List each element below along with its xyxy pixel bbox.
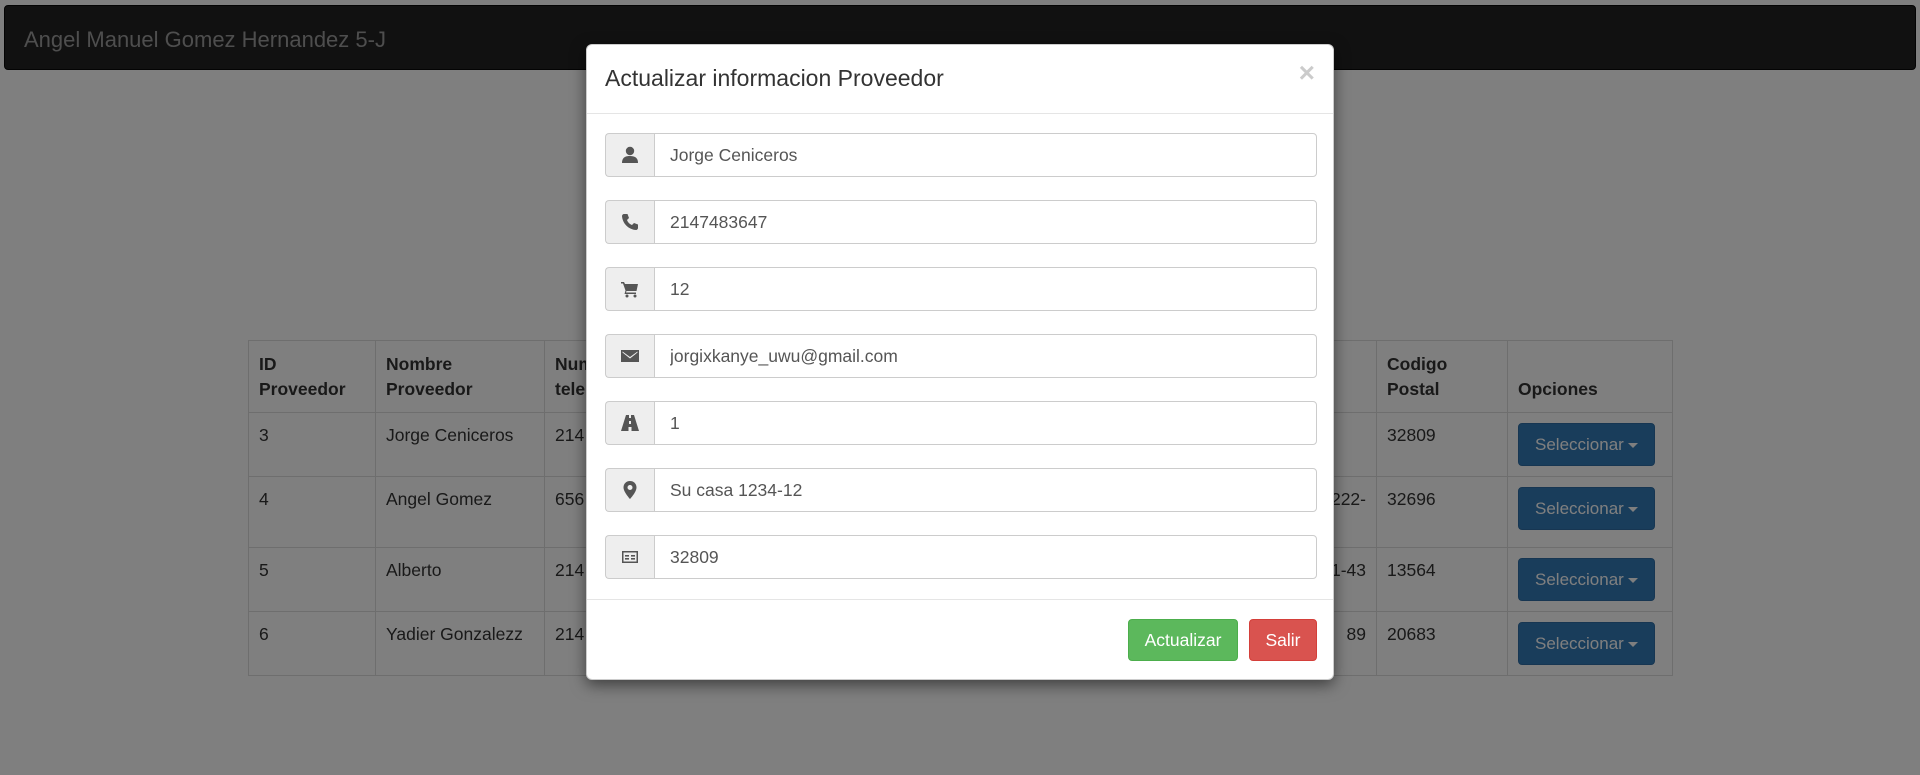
page: Angel Manuel Gomez Hernandez 5-J IDProve… [0,0,1920,775]
update-button[interactable]: Actualizar [1128,619,1238,661]
user-icon [605,133,654,177]
quantity-input[interactable] [654,267,1317,311]
email-field-group [605,334,1317,378]
email-input[interactable] [654,334,1317,378]
cart-field-group [605,267,1317,311]
postal-code-field-group [605,535,1317,579]
name-field-group [605,133,1317,177]
exit-button[interactable]: Salir [1249,619,1317,661]
modal-title: Actualizar informacion Proveedor [605,65,944,91]
modal-header: Actualizar informacion Proveedor × [587,45,1333,114]
close-button[interactable]: × [1299,59,1315,87]
phone-input[interactable] [654,200,1317,244]
street-number-input[interactable] [654,401,1317,445]
update-provider-modal: Actualizar informacion Proveedor × Jorge… [586,44,1334,680]
address-field-group [605,468,1317,512]
road-field-group [605,401,1317,445]
name-input[interactable] [654,133,1317,177]
map-marker-icon [605,468,654,512]
subtitles-icon [605,535,654,579]
phone-icon [605,200,654,244]
postal-code-input[interactable] [654,535,1317,579]
envelope-icon [605,334,654,378]
modal-footer: Actualizar Salir [587,599,1333,679]
road-icon [605,401,654,445]
phone-field-group [605,200,1317,244]
address-input[interactable] [654,468,1317,512]
shopping-cart-icon [605,267,654,311]
